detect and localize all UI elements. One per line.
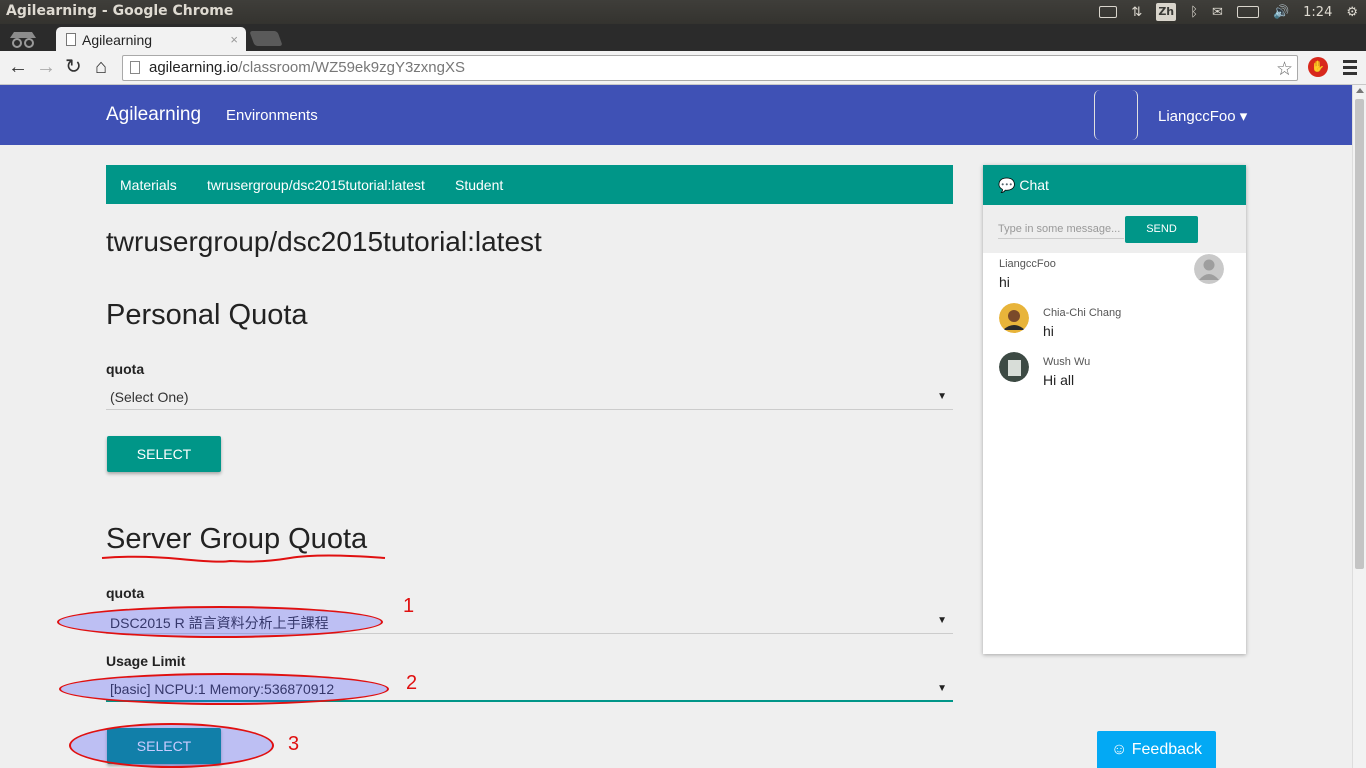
incognito-icon [10, 32, 36, 48]
chat-panel: 💬 Chat Type in some message... SEND [983, 165, 1246, 654]
personal-quota-value: (Select One) [110, 389, 189, 405]
bluetooth-icon[interactable]: ᛒ [1190, 5, 1198, 20]
chat-message-author: Wush Wu [1043, 356, 1091, 368]
volume-icon[interactable]: 🔊 [1273, 5, 1289, 20]
tab-student[interactable]: Student [455, 177, 503, 193]
tab-image[interactable]: twrusergroup/dsc2015tutorial:latest [207, 177, 425, 193]
bookmark-star-icon[interactable]: ☆ [1276, 58, 1293, 81]
network-icon[interactable]: ⇅ [1131, 5, 1142, 20]
dropdown-arrow-icon: ▼ [937, 391, 947, 402]
annotation-number-1: 1 [403, 595, 415, 617]
scrollbar-thumb[interactable] [1355, 99, 1364, 569]
personal-quota-select[interactable]: (Select One) ▼ [106, 384, 953, 410]
page-icon [130, 61, 140, 74]
system-tray: ⇅ Zh ᛒ ✉ 🔊 1:24 ⚙ [1099, 0, 1358, 24]
page-icon [66, 33, 76, 46]
personal-quota-heading: Personal Quota [106, 299, 308, 331]
os-top-bar: Agilearning - Google Chrome ⇅ Zh ᛒ ✉ 🔊 1… [0, 0, 1366, 24]
personal-quota-label: quota [106, 361, 145, 377]
annotation-ellipse-3 [69, 723, 274, 768]
server-quota-label: quota [106, 585, 145, 601]
chat-message-text: hi [999, 274, 1010, 290]
new-tab-button[interactable] [249, 31, 283, 46]
chat-message: LiangccFoo hi [999, 258, 1056, 290]
battery-icon[interactable] [1236, 6, 1259, 18]
scroll-up-icon[interactable] [1356, 88, 1364, 93]
back-icon[interactable]: ← [8, 57, 28, 77]
chat-message-input[interactable]: Type in some message... [998, 223, 1124, 239]
chat-message: Chia-Chi Chang hi [1043, 307, 1121, 339]
gear-icon[interactable]: ⚙ [1346, 5, 1358, 20]
dropdown-arrow-icon: ▼ [937, 683, 947, 694]
dropdown-arrow-icon: ▼ [937, 615, 947, 626]
tab-materials[interactable]: Materials [120, 177, 177, 193]
tab-title: Agilearning [82, 32, 153, 48]
avatar [999, 303, 1029, 333]
forward-icon[interactable]: → [36, 57, 56, 77]
environments-link[interactable]: Environments [226, 107, 318, 124]
adblock-extension-icon[interactable]: ✋ [1308, 57, 1328, 77]
chat-message-author: LiangccFoo [999, 258, 1056, 270]
page-title: twrusergroup/dsc2015tutorial:latest [106, 226, 542, 257]
app-navbar: Agilearning Environments LiangccFoo ▾ [0, 85, 1352, 145]
feedback-button[interactable]: ☺ Feedback [1097, 731, 1216, 768]
mail-icon[interactable]: ✉ [1212, 5, 1223, 20]
keyboard-icon[interactable] [1099, 6, 1118, 18]
browser-toolbar: ← → ↻ ⌂ agilearning.io/classroom/WZ59ek9… [0, 51, 1366, 85]
url-path: /classroom/WZ59ek9zgY3zxngXS [238, 59, 465, 76]
chat-header: 💬 Chat [983, 165, 1246, 205]
url-host: agilearning.io [149, 59, 239, 76]
tab-strip: Agilearning × [0, 24, 1366, 51]
window-title: Agilearning - Google Chrome [6, 3, 234, 19]
red-underline-annotation [101, 554, 386, 563]
chat-message-author: Chia-Chi Chang [1043, 307, 1122, 319]
chrome-menu-icon[interactable] [1343, 60, 1357, 78]
annotation-number-2: 2 [406, 672, 418, 694]
annotation-ellipse-2 [59, 673, 389, 705]
chat-message-text: Hi all [1043, 372, 1075, 388]
classroom-subnav: Materials twrusergroup/dsc2015tutorial:l… [106, 165, 953, 204]
reload-icon[interactable]: ↻ [65, 57, 82, 77]
chat-bubble-icon: 💬 [998, 177, 1016, 193]
user-dropdown[interactable]: LiangccFoo ▾ [1158, 107, 1247, 125]
page-scrollbar[interactable] [1352, 85, 1366, 768]
annotation-number-3: 3 [288, 733, 300, 755]
ime-indicator[interactable]: Zh [1156, 3, 1177, 21]
personal-select-button[interactable]: SELECT [107, 436, 221, 472]
avatar [1194, 254, 1224, 284]
browser-tab[interactable]: Agilearning × [56, 27, 246, 51]
usage-limit-label: Usage Limit [106, 653, 186, 669]
avatar[interactable] [1094, 90, 1138, 140]
annotation-ellipse-1 [57, 606, 383, 638]
clock[interactable]: 1:24 [1303, 5, 1332, 20]
chat-message-text: hi [1043, 323, 1054, 339]
address-bar[interactable]: agilearning.io/classroom/WZ59ek9zgY3zxng… [122, 55, 1298, 81]
chat-title: Chat [1019, 177, 1049, 193]
home-icon[interactable]: ⌂ [95, 57, 107, 77]
brand-link[interactable]: Agilearning [106, 104, 201, 126]
avatar [999, 352, 1029, 382]
chat-input-row: Type in some message... SEND [983, 205, 1246, 253]
chat-message: Wush Wu Hi all [1043, 356, 1090, 388]
tab-close-icon[interactable]: × [230, 32, 238, 47]
send-button[interactable]: SEND [1125, 216, 1198, 243]
